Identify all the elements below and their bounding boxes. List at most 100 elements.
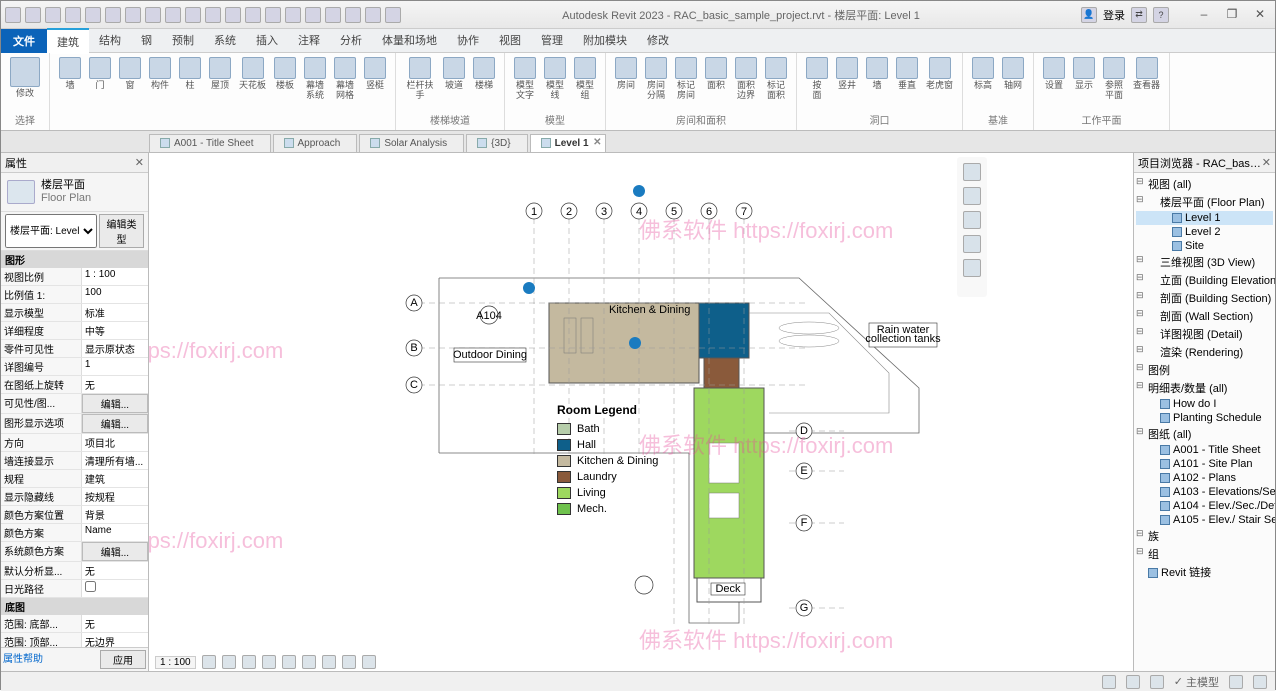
tree-node[interactable]: 图纸 (all) [1136, 425, 1273, 443]
tile-icon[interactable] [365, 7, 381, 23]
sect-icon[interactable] [285, 7, 301, 23]
filter-icon[interactable] [1229, 675, 1243, 689]
hide-icon[interactable] [322, 655, 336, 669]
tree-node[interactable]: 视图 (all) [1136, 175, 1273, 193]
ribbon-幕墙网格[interactable]: 幕墙 网格 [331, 55, 359, 125]
doc-tab-1[interactable]: Approach [273, 134, 358, 152]
ribbon-修改[interactable]: 修改 [7, 55, 43, 110]
tree-node[interactable]: A105 - Elev./ Stair Sectic [1136, 513, 1273, 527]
ribbon-面积边界[interactable]: 面积 边界 [732, 55, 760, 110]
property-value[interactable]: 编辑... [82, 542, 148, 561]
crop-region-icon[interactable] [302, 655, 316, 669]
ribbon-构件[interactable]: 构件 [146, 55, 174, 125]
crop-icon[interactable] [282, 655, 296, 669]
nav-wheel-icon[interactable] [963, 187, 981, 205]
login-label[interactable]: 登录 [1103, 7, 1125, 23]
tree-node[interactable]: 图例 [1136, 361, 1273, 379]
ribbon-坡道[interactable]: 坡道 [440, 55, 468, 110]
ribbon-竖井[interactable]: 竖井 [833, 55, 861, 110]
tree-node[interactable]: 剖面 (Wall Section) [1136, 307, 1273, 325]
status-model[interactable]: 主模型 [1186, 674, 1219, 690]
uimod-icon[interactable] [385, 7, 401, 23]
select-links-icon[interactable] [1102, 675, 1116, 689]
property-value[interactable]: 无边界 [82, 633, 148, 647]
tree-node[interactable]: 三维视图 (3D View) [1136, 253, 1273, 271]
menu-tab-5[interactable]: 插入 [246, 28, 288, 54]
ribbon-垂直[interactable]: 垂直 [893, 55, 921, 110]
property-value[interactable] [82, 580, 148, 597]
ribbon-墙[interactable]: 墙 [863, 55, 891, 110]
ribbon-模型组[interactable]: 模型 组 [571, 55, 599, 110]
ribbon-老虎窗[interactable]: 老虎窗 [923, 55, 956, 110]
menu-tab-6[interactable]: 注释 [288, 28, 330, 54]
ribbon-参照平面[interactable]: 参照 平面 [1100, 55, 1128, 110]
ribbon-显示[interactable]: 显示 [1070, 55, 1098, 110]
exchange-icon[interactable]: ⇄ [1131, 7, 1147, 23]
doc-tab-4[interactable]: Level 1✕ [530, 134, 606, 152]
3d-icon[interactable] [265, 7, 281, 23]
drawing-canvas[interactable]: 1234567 ABCDEFG A104 Outdoor Dining Deck… [149, 153, 1133, 671]
shadows-icon[interactable] [262, 655, 276, 669]
reveal-icon[interactable] [342, 655, 356, 669]
ribbon-标记房间[interactable]: 标记 房间 [672, 55, 700, 110]
menu-tab-2[interactable]: 钢 [131, 28, 162, 54]
tree-node[interactable]: A103 - Elevations/Sectio [1136, 485, 1273, 499]
property-value[interactable]: 项目北 [82, 434, 148, 451]
type-selector[interactable]: 楼层平面 Floor Plan [1, 173, 148, 212]
visual-style-icon[interactable] [222, 655, 236, 669]
tree-node[interactable]: 组 [1136, 545, 1273, 563]
menu-tab-1[interactable]: 结构 [89, 28, 131, 54]
tree-node[interactable]: A104 - Elev./Sec./Det. [1136, 499, 1273, 513]
text-icon[interactable] [225, 7, 241, 23]
view-scale[interactable]: 1 : 100 [155, 656, 196, 669]
property-value[interactable]: 1 [82, 358, 148, 375]
menu-tab-3[interactable]: 预制 [162, 28, 204, 54]
tree-node[interactable]: A001 - Title Sheet [1136, 443, 1273, 457]
tree-node[interactable]: 剖面 (Building Section) [1136, 289, 1273, 307]
ribbon-轴网[interactable]: 轴网 [999, 55, 1027, 110]
open-icon[interactable] [25, 7, 41, 23]
tree-node[interactable]: 族 [1136, 527, 1273, 545]
property-value[interactable]: 无 [82, 615, 148, 632]
ribbon-按面[interactable]: 按 面 [803, 55, 831, 110]
tree-node[interactable]: 立面 (Building Elevation [1136, 271, 1273, 289]
nav-pan-icon[interactable] [963, 211, 981, 229]
property-value[interactable]: 无 [82, 562, 148, 579]
tree-node[interactable]: How do I [1136, 397, 1273, 411]
save-icon[interactable] [45, 7, 61, 23]
tree-node[interactable]: Revit 链接 [1136, 563, 1273, 581]
editable-icon[interactable] [1253, 675, 1267, 689]
property-value[interactable]: 清理所有墙... [82, 452, 148, 469]
tree-node[interactable]: 楼层平面 (Floor Plan) [1136, 193, 1273, 211]
thin-icon[interactable] [305, 7, 321, 23]
select-underlay-icon[interactable] [1126, 675, 1140, 689]
property-value[interactable]: 编辑... [82, 394, 148, 413]
print-icon[interactable] [165, 7, 181, 23]
ribbon-天花板[interactable]: 天花板 [236, 55, 269, 125]
apply-button[interactable]: 应用 [100, 650, 146, 669]
property-value[interactable]: Name [82, 524, 148, 541]
close-button[interactable]: ✕ [1249, 7, 1271, 23]
minimize-button[interactable]: – [1193, 7, 1215, 23]
dim-icon[interactable] [205, 7, 221, 23]
nav-orbit-icon[interactable] [963, 259, 981, 277]
ribbon-竖梃[interactable]: 竖梃 [361, 55, 389, 125]
ribbon-栏杆扶手[interactable]: 栏杆扶手 [402, 55, 438, 110]
revit-icon[interactable] [5, 7, 21, 23]
nav-zoom-icon[interactable] [963, 235, 981, 253]
nav-home-icon[interactable] [963, 163, 981, 181]
ribbon-模型文字[interactable]: 模型 文字 [511, 55, 539, 110]
ribbon-标高[interactable]: 标高 [969, 55, 997, 110]
menu-tab-12[interactable]: 附加模块 [573, 28, 637, 54]
property-value[interactable]: 按规程 [82, 488, 148, 505]
ribbon-屋顶[interactable]: 屋顶 [206, 55, 234, 125]
ribbon-窗[interactable]: 窗 [116, 55, 144, 125]
menu-tab-9[interactable]: 协作 [447, 28, 489, 54]
close-icon[interactable] [325, 7, 341, 23]
property-value[interactable]: 编辑... [82, 414, 148, 433]
tree-node[interactable]: 渲染 (Rendering) [1136, 343, 1273, 361]
property-value[interactable]: 建筑 [82, 470, 148, 487]
type-combo[interactable]: 楼层平面: Level [5, 214, 97, 248]
tab-close-icon[interactable]: ✕ [593, 137, 601, 148]
ext-icon[interactable] [245, 7, 261, 23]
